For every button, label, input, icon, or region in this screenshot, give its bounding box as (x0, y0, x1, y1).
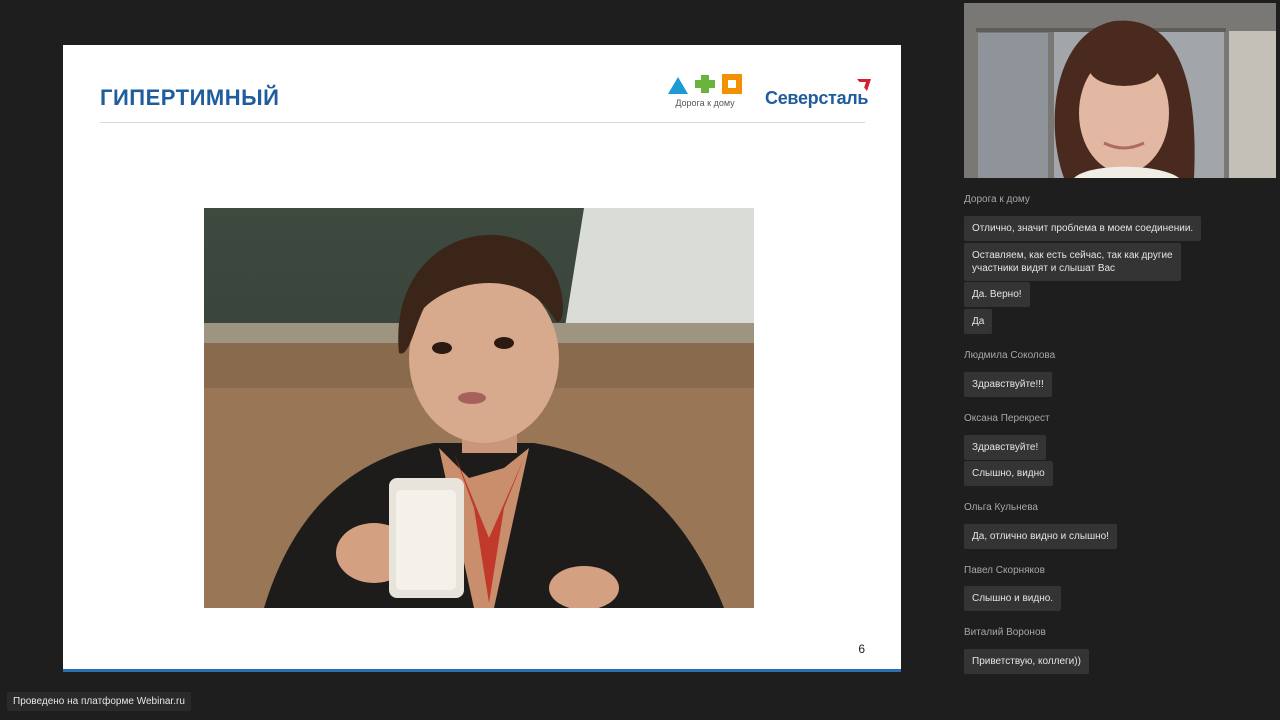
chat-author: Оксана Перекрест (964, 413, 1050, 424)
slide-title: ГИПЕРТИМНЫЙ (100, 85, 280, 110)
chat-message: Да, отлично видно и слышно! (964, 524, 1117, 549)
presenter-camera (964, 3, 1276, 178)
platform-badge[interactable]: Проведено на платформе Webinar.ru (7, 692, 191, 711)
chat-author: Виталий Воронов (964, 627, 1046, 638)
chat-message: Отлично, значит проблема в моем соединен… (964, 216, 1202, 241)
logo-road-text: Дорога к дому (675, 98, 735, 108)
boy-with-milk-icon (204, 208, 754, 608)
chat-author: Павел Скорняков (964, 565, 1045, 576)
slide-bottom-bar (63, 669, 901, 672)
chat-panel: Дорога к дому Отлично, значит проблема в… (964, 190, 1264, 680)
title-divider (100, 122, 865, 123)
webcam-presenter-icon (964, 3, 1276, 178)
chat-message: Здравствуйте! (964, 435, 1047, 460)
chat-author: Дорога к дому (964, 194, 1030, 205)
chat-message: Приветствую, коллеги)) (964, 649, 1089, 674)
chat-message: Слышно и видно. (964, 586, 1062, 611)
chat-message: Да (964, 309, 993, 334)
chat-author: Ольга Кульнева (964, 502, 1038, 513)
slide-photo (204, 208, 754, 608)
slide-page-number: 6 (858, 642, 865, 656)
logo-brand-text: Северсталь (765, 88, 869, 108)
chat-message: Оставляем, как есть сейчас, так как друг… (964, 243, 1181, 281)
chat-message: Слышно, видно (964, 461, 1053, 486)
chat-message: Да. Верно! (964, 282, 1030, 307)
chat-author: Людмила Соколова (964, 350, 1056, 361)
presentation-slide: ГИПЕРТИМНЫЙ Дорога к дому Северсталь 6 (63, 45, 901, 672)
chat-message: Здравствуйте!!! (964, 372, 1052, 397)
